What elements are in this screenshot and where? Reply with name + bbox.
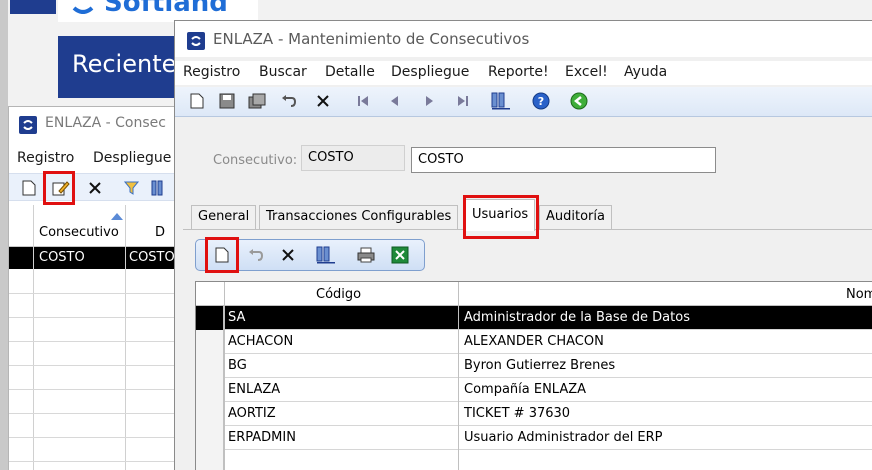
cell-codigo: ENLAZA (228, 382, 281, 397)
table-row[interactable]: SA Administrador de la Base de Datos (196, 306, 872, 330)
app-icon (19, 116, 37, 134)
grid-divider (33, 205, 34, 470)
delete-icon[interactable] (313, 91, 333, 111)
cell-codigo: SA (228, 310, 246, 325)
main-menubar: Registro Buscar Detalle Despliegue Repor… (175, 61, 872, 85)
softland-logo-text: Softland (104, 0, 228, 18)
tab-general[interactable]: General (191, 205, 257, 229)
menu-reporte[interactable]: Reporte! (488, 64, 549, 80)
tab-usuarios[interactable]: Usuarios (465, 199, 536, 231)
mantenimiento-consecutivos-window: ENLAZA - Mantenimiento de Consecutivos R… (174, 20, 872, 470)
consecutivo-name-field[interactable]: COSTO (411, 147, 716, 173)
table-row[interactable]: ENLAZA Compañía ENLAZA (196, 378, 872, 402)
row-header[interactable] (196, 354, 224, 378)
main-form-body: Consecutivo: COSTO COSTO General Transac… (175, 121, 872, 470)
table-row[interactable]: ACHACON ALEXANDER CHACON (196, 330, 872, 354)
sort-ascending-icon (111, 213, 123, 220)
help-icon[interactable]: ? (531, 91, 551, 111)
menu-registro[interactable]: Registro (17, 150, 74, 166)
new-icon[interactable] (19, 178, 39, 198)
row-header[interactable] (196, 306, 224, 330)
column-header-descripcion[interactable]: D (155, 225, 165, 240)
last-record-icon[interactable] (453, 91, 473, 111)
menu-detalle[interactable]: Detalle (325, 64, 375, 80)
grid-divider (458, 282, 459, 470)
excel-icon[interactable] (390, 245, 410, 265)
columns-icon[interactable] (316, 245, 336, 265)
new-icon[interactable] (212, 245, 232, 265)
cell-nombre: ALEXANDER CHACON (464, 334, 604, 349)
usuarios-grid: Código Nom SA Administrador de la Base de… (195, 281, 872, 470)
cell-nombre: TICKET # 37630 (464, 406, 571, 421)
menu-registro[interactable]: Registro (183, 64, 240, 80)
main-toolbar: ? (175, 87, 872, 117)
table-row[interactable]: ERPADMIN Usuario Administrador del ERP (196, 426, 872, 450)
cell-nombre: Administrador de la Base de Datos (464, 310, 690, 325)
save-icon[interactable] (217, 91, 237, 111)
cell-nombre: Byron Gutierrez Brenes (464, 358, 616, 373)
row-header[interactable] (196, 426, 224, 450)
new-icon[interactable] (187, 91, 207, 111)
undo-icon[interactable] (279, 91, 299, 111)
save-all-icon[interactable] (247, 91, 267, 111)
menu-despliegue[interactable]: Despliegue (93, 150, 171, 166)
grid-divider (125, 205, 126, 470)
columns-icon[interactable] (149, 178, 169, 198)
filter-icon[interactable] (123, 178, 143, 198)
row-header[interactable] (196, 450, 224, 470)
cell-codigo: ERPADMIN (228, 430, 296, 445)
column-header-nombre[interactable]: Nom (846, 287, 872, 302)
list-window-title: ENLAZA - Consec (45, 115, 166, 131)
undo-icon[interactable] (246, 245, 266, 265)
delete-icon[interactable] (278, 245, 298, 265)
menu-despliegue[interactable]: Despliegue (391, 64, 469, 80)
table-row[interactable]: BG Byron Gutierrez Brenes (196, 354, 872, 378)
delete-icon[interactable] (85, 178, 105, 198)
table-row-empty[interactable] (196, 450, 872, 470)
app-icon (187, 32, 205, 50)
edit-icon[interactable] (51, 178, 71, 198)
recientes-heading: Reciente (72, 50, 177, 78)
cell-codigo: ACHACON (228, 334, 294, 349)
table-row[interactable]: AORTIZ TICKET # 37630 (196, 402, 872, 426)
tab-transacciones-configurables[interactable]: Transacciones Configurables (259, 205, 459, 229)
first-record-icon[interactable] (353, 91, 373, 111)
cell-nombre: Compañía ENLAZA (464, 382, 587, 397)
print-icon[interactable] (356, 245, 376, 265)
cell-nombre: Usuario Administrador del ERP (464, 430, 663, 445)
cell-consecutivo: COSTO (39, 250, 85, 265)
consecutivo-code-field[interactable]: COSTO (301, 145, 405, 171)
svg-text:?: ? (538, 95, 544, 108)
usuarios-toolbar (195, 239, 425, 271)
consecutivo-label: Consecutivo: (213, 153, 298, 168)
cell-codigo: BG (228, 358, 247, 373)
exit-icon[interactable] (569, 91, 589, 111)
columns-icon[interactable] (491, 91, 511, 111)
menu-buscar[interactable]: Buscar (259, 64, 307, 80)
menu-ayuda[interactable]: Ayuda (624, 64, 667, 80)
usuarios-grid-header: Código Nom (196, 282, 872, 306)
background-blue-block (10, 0, 56, 14)
main-window-titlebar: ENLAZA - Mantenimiento de Consecutivos (175, 21, 872, 57)
previous-record-icon[interactable] (385, 91, 405, 111)
row-header[interactable] (196, 402, 224, 426)
column-header-consecutivo[interactable]: Consecutivo (39, 225, 119, 240)
next-record-icon[interactable] (419, 91, 439, 111)
background-left-strip (0, 0, 8, 470)
row-header[interactable] (196, 378, 224, 402)
grid-divider (224, 282, 225, 470)
row-header[interactable] (196, 330, 224, 354)
menu-excel[interactable]: Excel! (565, 64, 608, 80)
column-header-codigo[interactable]: Código (316, 287, 361, 302)
tab-auditoria[interactable]: Auditoría (539, 205, 612, 229)
softland-logo-icon (72, 6, 94, 14)
main-window-title: ENLAZA - Mantenimiento de Consecutivos (213, 30, 530, 48)
cell-codigo: AORTIZ (228, 406, 276, 421)
cell-descripcion: COSTO (129, 250, 175, 265)
